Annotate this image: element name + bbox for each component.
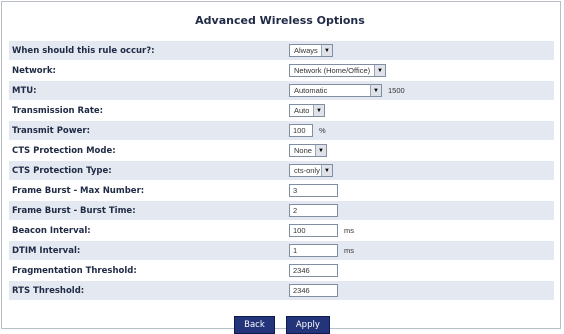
option-label: Transmit Power: [12,126,90,136]
chevron-down-icon[interactable]: ▼ [315,145,326,156]
option-label: MTU: [12,86,37,96]
option-row-fragmentation: Fragmentation Threshold: 2346 [9,260,554,280]
option-label: CTS Protection Mode: [12,146,116,156]
rts-threshold-input[interactable]: 2346 [289,284,338,297]
option-label: DTIM Interval: [12,246,81,256]
unit-label: ms [344,246,354,255]
option-label: Beacon Interval: [12,226,91,236]
chevron-down-icon[interactable]: ▼ [313,105,324,116]
rule-schedule-select[interactable]: Always ▼ [289,44,333,57]
option-label: Frame Burst - Burst Time: [12,206,136,216]
chevron-down-icon[interactable]: ▼ [374,65,385,76]
option-label: When should this rule occur?: [12,46,155,56]
fragmentation-threshold-input[interactable]: 2346 [289,264,338,277]
select-value: None [294,146,312,155]
mtu-value: 1500 [388,86,405,95]
mtu-select[interactable]: Automatic ▼ [289,84,382,97]
option-label: CTS Protection Type: [12,166,112,176]
transmit-power-input[interactable]: 100 [289,124,313,137]
option-row-beacon: Beacon Interval: 100 ms [9,220,554,240]
select-value: Automatic [294,86,328,95]
option-label: Fragmentation Threshold: [12,266,137,276]
option-label: Frame Burst - Max Number: [12,186,145,196]
option-row-dtim: DTIM Interval: 1 ms [9,240,554,260]
option-label: RTS Threshold: [12,286,85,296]
back-button[interactable]: Back [234,316,275,334]
select-value: Always [294,46,318,55]
burst-time-input[interactable]: 2 [289,204,338,217]
burst-max-input[interactable]: 3 [289,184,338,197]
chevron-down-icon[interactable]: ▼ [321,45,332,56]
option-row-burst-time: Frame Burst - Burst Time: 2 [9,200,554,220]
page-title: Advanced Wireless Options [195,14,365,27]
transmission-rate-select[interactable]: Auto ▼ [289,104,325,117]
select-value: Auto [294,106,310,115]
beacon-interval-input[interactable]: 100 [289,224,338,237]
apply-button[interactable]: Apply [285,316,330,334]
cts-mode-select[interactable]: None ▼ [289,144,327,157]
options-table: When should this rule occur?: Always ▼ N… [9,40,554,300]
cts-type-select[interactable]: cts-only ▼ [289,164,333,177]
option-row-network: Network: Network (Home/Office) ▼ [9,60,554,80]
option-row-rts: RTS Threshold: 2346 [9,280,554,300]
network-select[interactable]: Network (Home/Office) ▼ [289,64,386,77]
chevron-down-icon[interactable]: ▼ [321,165,332,176]
option-row-transmit-power: Transmit Power: 100 % [9,120,554,140]
option-row-transmission-rate: Transmission Rate: Auto ▼ [9,100,554,120]
unit-label: ms [344,226,354,235]
option-row-rule: When should this rule occur?: Always ▼ [9,40,554,60]
chevron-down-icon[interactable]: ▼ [370,85,381,96]
dtim-interval-input[interactable]: 1 [289,244,338,257]
select-value: Network (Home/Office) [294,66,371,75]
option-row-mtu: MTU: Automatic ▼ 1500 [9,80,554,100]
option-row-cts-mode: CTS Protection Mode: None ▼ [9,140,554,160]
option-label: Network: [12,66,56,76]
option-label: Transmission Rate: [12,106,104,116]
option-row-cts-type: CTS Protection Type: cts-only ▼ [9,160,554,180]
select-value: cts-only [294,166,320,175]
option-row-burst-max: Frame Burst - Max Number: 3 [9,180,554,200]
unit-label: % [319,126,326,135]
button-bar: Back Apply [0,312,564,334]
